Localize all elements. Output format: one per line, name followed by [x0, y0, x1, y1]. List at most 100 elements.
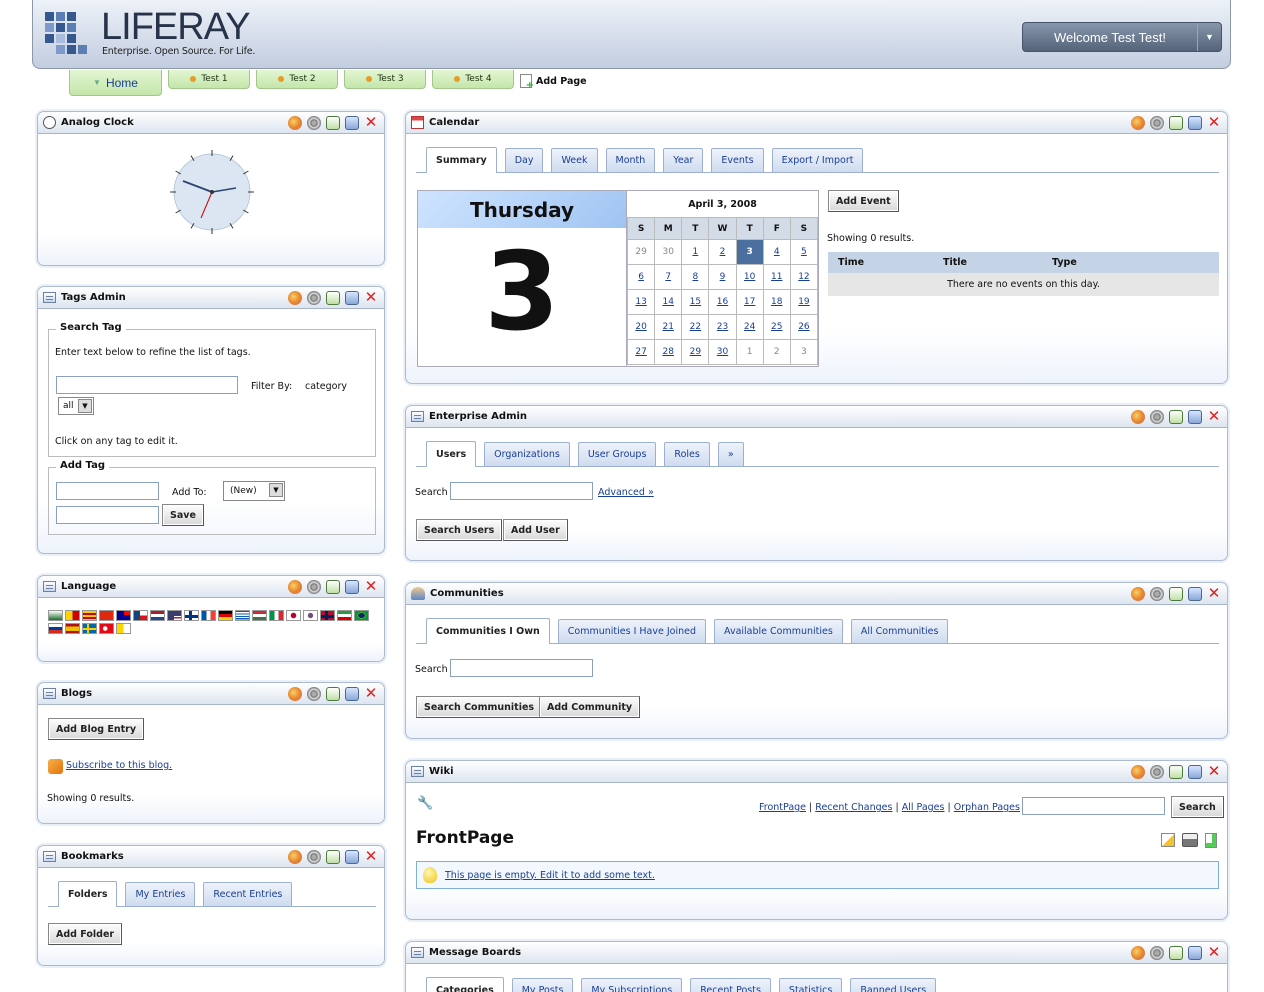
configuration-gear-icon[interactable]	[307, 850, 321, 864]
add-blog-entry-button[interactable]: Add Blog Entry	[48, 718, 145, 740]
day-link[interactable]: 10	[744, 272, 755, 282]
day-link[interactable]: 30	[717, 347, 728, 357]
flag-catalan-stripes-icon[interactable]	[82, 610, 97, 621]
link-orphan-pages[interactable]: Orphan Pages	[954, 802, 1020, 813]
tab-test-2[interactable]: Test 2	[256, 70, 338, 89]
calendar-day[interactable]: 9	[708, 264, 737, 290]
add-user-button[interactable]: Add User	[503, 519, 568, 541]
close-icon[interactable]: ✕	[1207, 409, 1221, 424]
tab-events[interactable]: Events	[711, 148, 764, 172]
day-link[interactable]: 18	[771, 297, 782, 307]
tab-communities-i-own[interactable]: Communities I Own	[426, 618, 550, 644]
tab-month[interactable]: Month	[605, 148, 656, 172]
day-link[interactable]: 21	[662, 322, 673, 332]
flag-sweden-icon[interactable]	[82, 623, 97, 634]
look-and-feel-icon[interactable]	[288, 291, 302, 305]
minimize-icon[interactable]	[1169, 410, 1183, 424]
flag-france-icon[interactable]	[201, 610, 216, 621]
configuration-gear-icon[interactable]	[1150, 946, 1164, 960]
maximize-icon[interactable]	[345, 580, 359, 594]
tab-all-communities[interactable]: All Communities	[850, 619, 949, 643]
calendar-day[interactable]: 12	[789, 264, 819, 290]
day-link[interactable]: 7	[665, 272, 671, 282]
add-community-button[interactable]: Add Community	[539, 696, 641, 718]
day-link[interactable]: 9	[720, 272, 726, 282]
tab-roles[interactable]: Roles	[664, 442, 710, 466]
add-event-button[interactable]: Add Event	[828, 190, 899, 212]
search-communities-button[interactable]: Search Communities	[416, 696, 543, 718]
close-icon[interactable]: ✕	[364, 579, 378, 594]
calendar-day[interactable]: 4	[762, 239, 791, 265]
tab-home[interactable]: ▼ Home	[69, 70, 162, 96]
calendar-day[interactable]: 7	[654, 264, 683, 290]
flag-finland-icon[interactable]	[184, 610, 199, 621]
day-link[interactable]: 11	[771, 272, 782, 282]
tab-day[interactable]: Day	[504, 148, 544, 172]
edit-icon[interactable]	[1161, 833, 1175, 847]
flag-russia-icon[interactable]	[48, 623, 63, 634]
subscribe-link[interactable]: Subscribe to this blog.	[66, 760, 172, 771]
link-recent-changes[interactable]: Recent Changes	[815, 802, 892, 813]
look-and-feel-icon[interactable]	[1131, 765, 1145, 779]
tab-communities-joined[interactable]: Communities I Have Joined	[557, 619, 706, 643]
configuration-gear-icon[interactable]	[1150, 116, 1164, 130]
day-link[interactable]: 5	[801, 247, 807, 257]
tab-recent-entries[interactable]: Recent Entries	[203, 882, 293, 906]
tab-week[interactable]: Week	[551, 148, 598, 172]
calendar-day[interactable]: 28	[654, 339, 683, 365]
calendar-day[interactable]: 26	[789, 314, 819, 340]
calendar-day[interactable]: 16	[708, 289, 737, 315]
wiki-search-input[interactable]	[1022, 797, 1165, 815]
calendar-day-today[interactable]: 3	[735, 239, 764, 265]
link-all-pages[interactable]: All Pages	[902, 802, 945, 813]
tab-banned-users[interactable]: Banned Users	[850, 978, 937, 992]
minimize-icon[interactable]	[1169, 765, 1183, 779]
minimize-icon[interactable]	[1169, 587, 1183, 601]
day-link[interactable]: 26	[798, 322, 809, 332]
calendar-day[interactable]: 1	[681, 239, 710, 265]
maximize-icon[interactable]	[1188, 410, 1202, 424]
calendar-day[interactable]: 25	[762, 314, 791, 340]
calendar-day[interactable]: 13	[626, 289, 656, 315]
day-link[interactable]: 8	[692, 272, 698, 282]
flag-turkey-icon[interactable]	[99, 623, 114, 634]
day-link[interactable]: 29	[690, 347, 701, 357]
tab-available-communities[interactable]: Available Communities	[714, 619, 843, 643]
tab-export-import[interactable]: Export / Import	[771, 148, 864, 172]
day-link[interactable]: 28	[662, 347, 673, 357]
calendar-day[interactable]: 8	[681, 264, 710, 290]
close-icon[interactable]: ✕	[364, 115, 378, 130]
tab-test-4[interactable]: Test 4	[432, 70, 514, 89]
calendar-day[interactable]: 20	[626, 314, 656, 340]
search-users-button[interactable]: Search Users	[416, 519, 503, 541]
day-link[interactable]: 4	[774, 247, 780, 257]
search-tag-input[interactable]	[56, 376, 238, 394]
close-icon[interactable]: ✕	[1207, 115, 1221, 130]
calendar-day[interactable]: 10	[735, 264, 764, 290]
day-link[interactable]: 12	[798, 272, 809, 282]
look-and-feel-icon[interactable]	[1131, 410, 1145, 424]
minimize-icon[interactable]	[326, 580, 340, 594]
tab-more[interactable]: »	[717, 442, 744, 466]
look-and-feel-icon[interactable]	[288, 116, 302, 130]
flag-korea-icon[interactable]	[303, 610, 318, 621]
calendar-day[interactable]: 23	[708, 314, 737, 340]
flag-persian-icon[interactable]	[337, 610, 352, 621]
day-link[interactable]: 24	[744, 322, 755, 332]
flag-dutch-icon[interactable]	[150, 610, 165, 621]
user-search-input[interactable]	[450, 482, 593, 500]
flag-hungary-icon[interactable]	[252, 610, 267, 621]
advanced-search-link[interactable]: Advanced »	[598, 487, 654, 498]
minimize-icon[interactable]	[326, 687, 340, 701]
tab-folders[interactable]: Folders	[58, 881, 118, 907]
flag-taiwan-icon[interactable]	[116, 610, 131, 621]
empty-page-link[interactable]: This page is empty. Edit it to add some …	[445, 870, 655, 881]
tab-organizations[interactable]: Organizations	[484, 442, 570, 466]
tab-my-entries[interactable]: My Entries	[125, 882, 196, 906]
look-and-feel-icon[interactable]	[288, 687, 302, 701]
maximize-icon[interactable]	[1188, 116, 1202, 130]
tab-statistics[interactable]: Statistics	[778, 978, 843, 992]
calendar-day[interactable]: 17	[735, 289, 764, 315]
calendar-day[interactable]: 22	[681, 314, 710, 340]
minimize-icon[interactable]	[1169, 946, 1183, 960]
